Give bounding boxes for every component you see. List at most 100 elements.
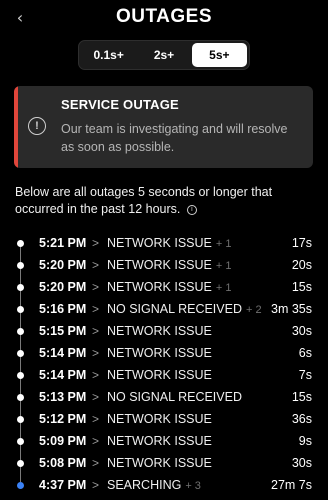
chevron-right-icon: > — [92, 456, 100, 470]
timeline-dot — [17, 284, 24, 291]
outage-label: NETWORK ISSUE — [107, 346, 212, 360]
chevron-right-icon: > — [92, 412, 100, 426]
alert-title: SERVICE OUTAGE — [61, 97, 179, 112]
outage-time: 5:13 PM — [39, 390, 87, 404]
outage-label: NETWORK ISSUE + 1 — [107, 236, 231, 250]
outage-type: NETWORK ISSUE — [107, 324, 212, 338]
timeline-dot — [17, 372, 24, 379]
outage-type: NETWORK ISSUE — [107, 280, 212, 294]
outage-duration: 30s — [291, 456, 312, 470]
timeline-dot — [17, 460, 24, 467]
outage-time: 4:37 PM — [39, 478, 87, 492]
outage-time: 5:15 PM — [39, 324, 87, 338]
filter-5s[interactable]: 5s+ — [191, 43, 247, 67]
outage-extra-count: + 3 — [185, 480, 201, 492]
outage-type: NETWORK ISSUE — [107, 434, 212, 448]
outage-type: NETWORK ISSUE — [107, 346, 212, 360]
alert-message: Our team is investigating and will resol… — [61, 122, 288, 154]
outage-time: 5:14 PM — [39, 368, 87, 382]
chevron-right-icon: > — [92, 324, 100, 338]
outage-duration: 7s — [298, 368, 312, 382]
outage-time: 5:08 PM — [39, 456, 87, 470]
header: ‹ OUTAGES — [0, 0, 328, 38]
timeline-dot — [17, 328, 24, 335]
outage-time: 5:09 PM — [39, 434, 87, 448]
chevron-right-icon: > — [92, 390, 100, 404]
outage-type: NETWORK ISSUE — [107, 412, 212, 426]
outage-extra-count: + 2 — [246, 304, 262, 316]
timeline-dot — [17, 262, 24, 269]
info-icon[interactable]: i — [186, 204, 197, 215]
chevron-right-icon: > — [92, 280, 100, 294]
chevron-right-icon: > — [92, 236, 100, 250]
outage-duration: 36s — [291, 412, 312, 426]
outage-label: NO SIGNAL RECEIVED + 2 — [107, 302, 262, 316]
outage-row[interactable]: 5:12 PM > NETWORK ISSUE 36s — [0, 408, 328, 438]
outage-time: 5:21 PM — [39, 236, 87, 250]
outage-extra-count: + 1 — [215, 282, 232, 294]
outage-label: NO SIGNAL RECEIVED — [107, 390, 242, 404]
outage-row[interactable]: 5:14 PM > NETWORK ISSUE 7s — [0, 364, 328, 394]
outage-type: NETWORK ISSUE — [107, 368, 212, 382]
chevron-right-icon: > — [92, 346, 100, 360]
outage-time: 5:20 PM — [39, 258, 87, 272]
outage-duration: 30s — [291, 324, 312, 338]
outage-extra-count: + 1 — [215, 260, 232, 272]
outage-duration: 9s — [298, 434, 312, 448]
alert-accent-bar — [14, 86, 18, 168]
chevron-right-icon: > — [92, 478, 100, 492]
outage-duration: 27m 7s — [271, 478, 312, 492]
timeline-dot — [17, 482, 24, 489]
filter-0-1s[interactable]: 0.1s+ — [81, 43, 136, 67]
outage-row[interactable]: 5:13 PM > NO SIGNAL RECEIVED 15s — [0, 386, 328, 416]
outage-row[interactable]: 5:09 PM > NETWORK ISSUE 9s — [0, 430, 328, 460]
outage-row[interactable]: 5:14 PM > NETWORK ISSUE 6s — [0, 342, 328, 372]
outage-description: Below are all outages 5 seconds or longe… — [15, 184, 315, 218]
outage-label: NETWORK ISSUE — [107, 456, 212, 470]
timeline-dot — [17, 240, 24, 247]
outage-type: SEARCHING — [107, 478, 182, 492]
outage-row[interactable]: 5:21 PM > NETWORK ISSUE + 1 17s — [0, 232, 328, 262]
chevron-right-icon: > — [92, 302, 100, 316]
outage-label: NETWORK ISSUE — [107, 368, 212, 382]
outage-duration: 15s — [291, 280, 312, 294]
chevron-right-icon: > — [92, 258, 100, 272]
chevron-right-icon: > — [92, 368, 100, 382]
outage-row[interactable]: 4:37 PM > SEARCHING + 3 27m 7s — [0, 474, 328, 496]
outage-time: 5:16 PM — [39, 302, 87, 316]
outage-label: NETWORK ISSUE + 1 — [107, 258, 231, 272]
outage-duration: 6s — [298, 346, 312, 360]
outage-extra-count: + 1 — [215, 238, 232, 250]
outage-time: 5:12 PM — [39, 412, 87, 426]
alert-exclamation-icon: ! — [28, 117, 46, 135]
outage-row[interactable]: 5:20 PM > NETWORK ISSUE + 1 15s — [0, 276, 328, 306]
outage-row[interactable]: 5:20 PM > NETWORK ISSUE + 1 20s — [0, 254, 328, 284]
outage-time: 5:20 PM — [39, 280, 87, 294]
timeline-dot — [17, 394, 24, 401]
outage-duration: 15s — [291, 390, 312, 404]
service-outage-alert: ! SERVICE OUTAGE Our team is investigati… — [14, 86, 313, 168]
outage-label: SEARCHING + 3 — [107, 478, 201, 492]
outage-type: NETWORK ISSUE — [107, 258, 212, 272]
outage-label: NETWORK ISSUE + 1 — [107, 280, 231, 294]
outage-duration: 17s — [291, 236, 312, 250]
outage-duration: 3m 35s — [271, 302, 312, 316]
page-title: OUTAGES — [115, 6, 213, 27]
filter-2s[interactable]: 2s+ — [136, 43, 191, 67]
timeline-dot — [17, 350, 24, 357]
outage-label: NETWORK ISSUE — [107, 412, 212, 426]
outage-type: NETWORK ISSUE — [107, 236, 212, 250]
chevron-right-icon: > — [92, 434, 100, 448]
outage-time: 5:14 PM — [39, 346, 87, 360]
description-text: Below are all outages 5 seconds or longe… — [15, 185, 273, 216]
timeline-dot — [17, 438, 24, 445]
outage-label: NETWORK ISSUE — [107, 434, 212, 448]
outage-type: NETWORK ISSUE — [107, 456, 212, 470]
timeline-dot — [17, 416, 24, 423]
outage-row[interactable]: 5:08 PM > NETWORK ISSUE 30s — [0, 452, 328, 482]
outage-type: NO SIGNAL RECEIVED — [107, 302, 242, 316]
outage-row[interactable]: 5:16 PM > NO SIGNAL RECEIVED + 2 3m 35s — [0, 298, 328, 328]
outage-label: NETWORK ISSUE — [107, 324, 212, 338]
outage-row[interactable]: 5:15 PM > NETWORK ISSUE 30s — [0, 320, 328, 350]
outage-duration: 20s — [291, 258, 312, 272]
